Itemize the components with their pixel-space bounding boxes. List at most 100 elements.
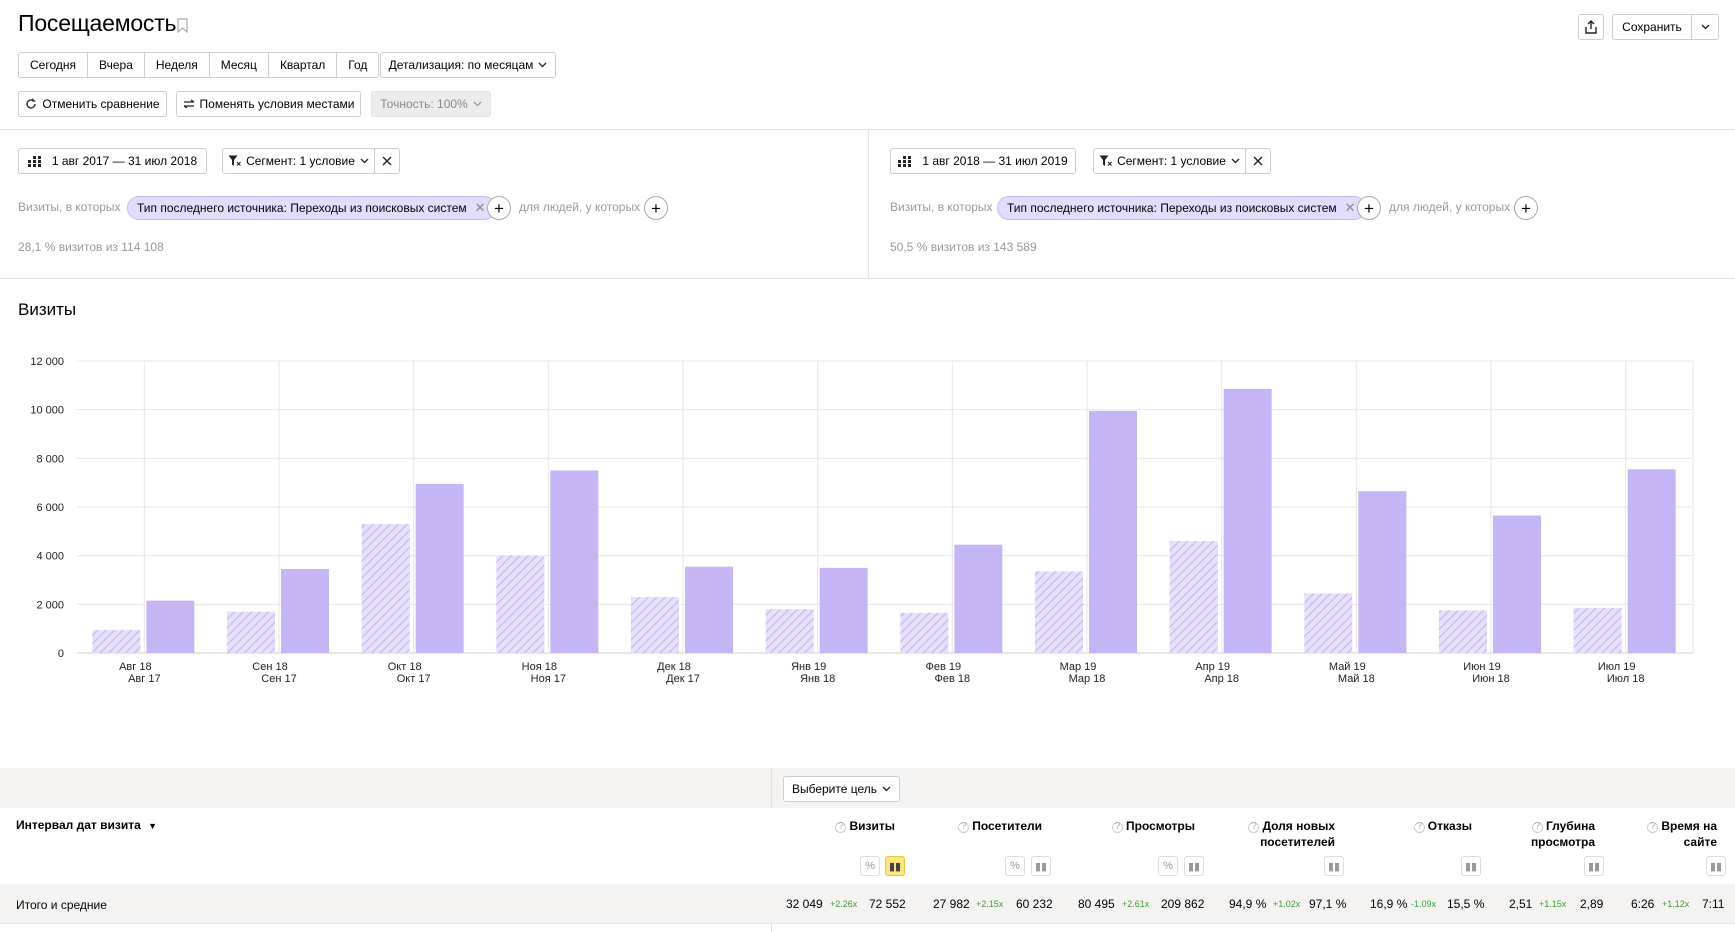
y-tick-label: 0 <box>58 648 64 660</box>
segment-1-label: Сегмент: 1 условие <box>246 154 355 168</box>
help-icon: ? <box>1111 821 1123 833</box>
condition-chip-1-label: Тип последнего источника: Переходы из по… <box>137 201 467 215</box>
date-range-2-button[interactable]: 1 авг 2018 — 31 июл 2019 <box>890 148 1076 174</box>
dimension-header[interactable]: Интервал дат визита ▼ <box>16 818 157 832</box>
totals-time-delta: +1.12x <box>1662 899 1690 909</box>
chart-toggle-button[interactable]: ▮▮ <box>1324 856 1344 876</box>
dimension-header-label: Интервал дат визита <box>16 818 141 832</box>
bar-previous-period <box>765 609 814 653</box>
column-visitors[interactable]: ? Посетители <box>958 818 1042 834</box>
period-month[interactable]: Месяц <box>209 53 269 77</box>
bar-current-period <box>281 569 329 653</box>
x-tick-label: Июн 18 <box>1472 673 1510 685</box>
bar-chart-icon: ▮▮ <box>888 860 902 873</box>
swap-icon <box>183 99 194 109</box>
totals-pageviews-a: 80 495 <box>1078 897 1115 911</box>
column-visits[interactable]: ? Визиты <box>835 818 895 834</box>
chart-toggle-button[interactable]: ▮▮ <box>1461 856 1481 876</box>
calendar-icon <box>898 155 912 167</box>
plus-icon: + <box>494 198 504 218</box>
share-button[interactable] <box>1578 14 1604 40</box>
column-bounces[interactable]: ? Отказы <box>1413 818 1472 834</box>
chevron-down-icon <box>882 786 891 792</box>
swap-conditions-button[interactable]: Поменять условия местами <box>176 91 361 117</box>
bar-chart-icon: ▮▮ <box>1587 860 1601 873</box>
column-new-visitors-label: Доля новых посетителей <box>1260 819 1335 849</box>
cancel-compare-label: Отменить сравнение <box>42 97 160 111</box>
x-tick-label: Мар 19 <box>1060 661 1097 673</box>
page-title: Посещаемость <box>18 10 177 36</box>
percent-icon: % <box>1010 860 1020 872</box>
condition-chip-2[interactable]: Тип последнего источника: Переходы из по… <box>997 196 1366 220</box>
bar-current-period <box>146 600 195 653</box>
percent-icon: % <box>865 860 875 872</box>
period-today[interactable]: Сегодня <box>19 53 88 77</box>
add-people-condition-1-button[interactable]: + <box>644 196 668 220</box>
period-year[interactable]: Год <box>337 53 379 77</box>
bar-previous-period <box>227 611 275 653</box>
add-visit-condition-1-button[interactable]: + <box>487 196 511 220</box>
bar-current-period <box>685 566 733 653</box>
help-icon: ? <box>835 821 847 833</box>
refresh-icon <box>26 98 37 109</box>
x-tick-label: Июл 19 <box>1598 661 1636 673</box>
totals-visits-delta: +2.26x <box>830 899 858 909</box>
period-week[interactable]: Неделя <box>144 53 210 77</box>
add-people-condition-2-button[interactable]: + <box>1514 196 1538 220</box>
totals-pageviews-b: 209 862 <box>1161 897 1205 911</box>
totals-new-visitors-a: 94,9 % <box>1229 897 1267 911</box>
column-pageviews[interactable]: ? Просмотры <box>1111 818 1195 834</box>
x-tick-label: Дек 18 <box>657 661 691 673</box>
y-tick-label: 12 000 <box>30 356 64 368</box>
bar-previous-period <box>1439 610 1487 653</box>
segment-2-dropdown[interactable]: Сегмент: 1 условие <box>1093 148 1246 174</box>
column-depth[interactable]: ? Глубина просмотра <box>1515 818 1595 850</box>
percent-toggle-button[interactable]: % <box>1158 856 1178 876</box>
cancel-compare-button[interactable]: Отменить сравнение <box>18 91 167 117</box>
x-tick-label: Дек 17 <box>666 673 700 685</box>
close-icon[interactable]: ✕ <box>1345 200 1356 216</box>
totals-bounces-a: 16,9 % <box>1370 897 1408 911</box>
bar-previous-period <box>361 524 410 653</box>
x-tick-label: Авг 18 <box>119 661 151 673</box>
detail-dropdown[interactable]: Детализация: по месяцам <box>380 52 556 78</box>
segment-1-remove-button[interactable] <box>374 148 400 174</box>
bar-previous-period <box>1035 571 1083 653</box>
x-tick-label: Фев 19 <box>926 661 962 673</box>
percent-toggle-button[interactable]: % <box>1005 856 1025 876</box>
column-time[interactable]: ? Время на сайте <box>1637 818 1717 850</box>
chart-toggle-button[interactable]: ▮▮ <box>1031 856 1051 876</box>
bookmark-icon[interactable] <box>177 18 188 33</box>
y-tick-label: 6 000 <box>36 502 64 514</box>
close-icon[interactable]: ✕ <box>475 200 486 216</box>
date-range-1-button[interactable]: 1 авг 2017 — 31 июл 2018 <box>18 148 207 174</box>
segment-1-dropdown[interactable]: Сегмент: 1 условие <box>222 148 375 174</box>
segment-2-remove-button[interactable] <box>1245 148 1271 174</box>
accuracy-label: Точность: 100% <box>380 97 468 111</box>
totals-visits-a: 32 049 <box>786 897 823 911</box>
add-visit-condition-2-button[interactable]: + <box>1357 196 1381 220</box>
x-tick-label: Окт 17 <box>397 673 431 685</box>
chart-toggle-button[interactable]: ▮▮ <box>1584 856 1604 876</box>
help-icon: ? <box>1647 821 1659 833</box>
accuracy-dropdown[interactable]: Точность: 100% <box>371 91 491 117</box>
help-icon: ? <box>1413 821 1425 833</box>
period-quarter[interactable]: Квартал <box>268 53 338 77</box>
save-button[interactable]: Сохранить <box>1612 14 1692 40</box>
chart-toggle-button[interactable]: ▮▮ <box>885 856 905 876</box>
chart-toggle-button[interactable]: ▮▮ <box>1706 856 1726 876</box>
help-icon: ? <box>1531 821 1543 833</box>
goal-select-dropdown[interactable]: Выберите цель <box>783 776 900 802</box>
save-menu-button[interactable] <box>1691 14 1719 40</box>
chart-toggle-button[interactable]: ▮▮ <box>1184 856 1204 876</box>
segment-1-share: 28,1 % визитов из 114 108 <box>18 240 164 254</box>
percent-toggle-button[interactable]: % <box>860 856 880 876</box>
period-yesterday[interactable]: Вчера <box>88 53 145 77</box>
visits-prefix-2: Визиты, в которых <box>890 200 993 214</box>
bar-current-period <box>1493 515 1541 653</box>
close-icon <box>1253 156 1263 166</box>
condition-chip-1[interactable]: Тип последнего источника: Переходы из по… <box>127 196 496 220</box>
calendar-icon <box>27 155 41 167</box>
column-new-visitors[interactable]: ? Доля новых посетителей <box>1225 818 1335 850</box>
x-tick-label: Июн 19 <box>1463 661 1501 673</box>
